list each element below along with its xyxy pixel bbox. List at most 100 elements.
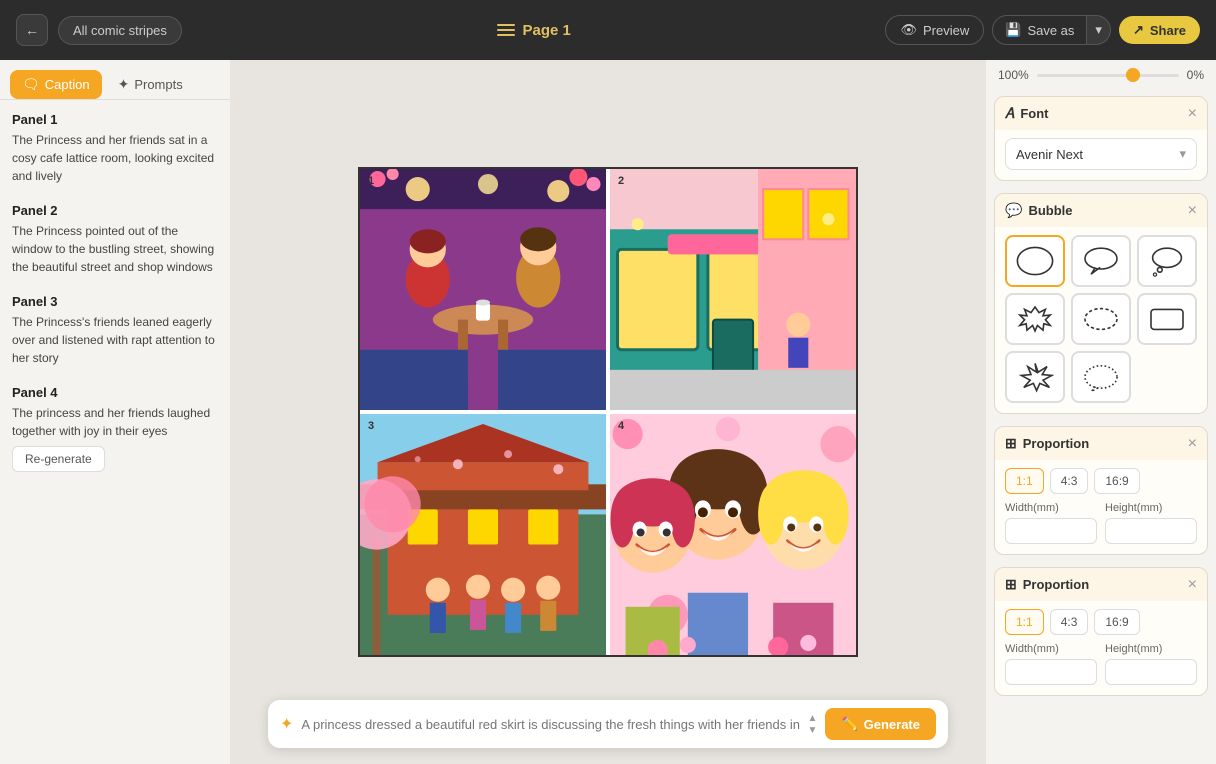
share-button[interactable]: ↗ Share [1119,16,1200,44]
right-sidebar: 100% 0% 𝐴 Font × Avenir Next ▾ [986,60,1216,764]
prop-1-btn-1-1[interactable]: 1:1 [1005,468,1044,494]
back-button[interactable]: ← [16,14,48,46]
header: ← All comic stripes Page 1 👁 Preview 💾 S… [0,0,1216,60]
prop-2-btn-16-9[interactable]: 16:9 [1094,609,1139,635]
prop-2-height-input[interactable] [1105,659,1197,685]
zoom-slider[interactable] [1037,74,1179,77]
tab-prompts[interactable]: ✦ Prompts [106,70,195,99]
panel-item-2: Panel 2 The Princess pointed out of the … [12,203,218,276]
proportion-1-header: ⊞ Proportion × [995,427,1207,460]
prop-1-width: Width(mm) [1005,502,1097,544]
prop-1-width-input[interactable] [1005,518,1097,544]
prop-1-dims: Width(mm) Height(mm) [1005,502,1197,544]
proportion-section-2: ⊞ Proportion × 1:1 4:3 16:9 Width(mm) [994,567,1208,696]
prop-2-options: 1:1 4:3 16:9 [1005,609,1197,635]
bubble-rect[interactable] [1137,293,1197,345]
panel-1-number: 1 [368,175,374,187]
panel-1-text: The Princess and her friends sat in a co… [12,131,218,185]
comic-panel-2: 2 [610,169,856,410]
panel-item-4: Panel 4 The princess and her friends lau… [12,385,218,472]
save-icon: 💾 [1005,22,1021,38]
page-title: Page 1 [523,22,571,39]
prop-2-btn-1-1[interactable]: 1:1 [1005,609,1044,635]
panel-2-number: 2 [618,175,624,187]
proportion-2-title: ⊞ Proportion [1005,576,1089,593]
bubble-section: 💬 Bubble × [994,193,1208,414]
panel-item-1: Panel 1 The Princess and her friends sat… [12,112,218,185]
zoom-end: 0% [1187,68,1204,82]
prop-1-options: 1:1 4:3 16:9 [1005,468,1197,494]
bubble-section-header: 💬 Bubble × [995,194,1207,227]
comic-panel-1: 1 [360,169,606,410]
menu-lines-icon [497,24,515,36]
bubble-dotted[interactable] [1071,351,1131,403]
prop-1-btn-4-3[interactable]: 4:3 [1050,468,1089,494]
prop-1-btn-16-9[interactable]: 16:9 [1094,468,1139,494]
bubble-cloud[interactable] [1071,293,1131,345]
tab-caption[interactable]: 🗨 Caption [10,70,102,99]
prop-1-height-input[interactable] [1105,518,1197,544]
prop-1-height: Height(mm) [1105,502,1197,544]
prop-2-dims: Width(mm) Height(mm) [1005,643,1197,685]
generate-input[interactable] [301,717,799,732]
bubble-section-close[interactable]: × [1188,203,1197,219]
proportion-2-body: 1:1 4:3 16:9 Width(mm) Height(mm) [995,601,1207,695]
panel-2-title: Panel 2 [12,203,218,218]
prop-2-btn-4-3[interactable]: 4:3 [1050,609,1089,635]
proportion-2-close[interactable]: × [1188,577,1197,593]
prop-2-width-input[interactable] [1005,659,1097,685]
bubble-icon: 💬 [1005,202,1022,219]
panel-3-text: The Princess's friends leaned eagerly ov… [12,313,218,367]
zoom-start: 100% [998,68,1029,82]
font-section: 𝐴 Font × Avenir Next ▾ [994,96,1208,181]
comic-panel-3: 3 [360,414,606,655]
bubble-grid [1005,235,1197,403]
app-container: ← All comic stripes Page 1 👁 Preview 💾 S… [0,0,1216,764]
font-dropdown[interactable]: Avenir Next ▾ [1005,138,1197,170]
panel-2-text: The Princess pointed out of the window t… [12,222,218,276]
panel-1-title: Panel 1 [12,112,218,127]
save-split-button[interactable]: ▾ [1087,15,1111,45]
comic-panel-4: 4 [610,414,856,655]
panel-4-title: Panel 4 [12,385,218,400]
font-section-header: 𝐴 Font × [995,97,1207,130]
share-icon: ↗ [1133,22,1144,38]
comic-grid: 1 [358,167,858,657]
save-wrapper: 💾 Save as ▾ [992,15,1111,45]
generate-button[interactable]: ✏️ Generate [825,708,936,740]
panel-4-text: The princess and her friends laughed tog… [12,404,218,440]
generate-bar: ✦ ▲ ▼ ✏️ Generate [268,700,948,748]
save-as-button[interactable]: 💾 Save as [992,15,1087,45]
header-right: 👁 Preview 💾 Save as ▾ ↗ Share [885,15,1200,45]
bubble-spiky[interactable] [1005,293,1065,345]
tabs-row: 🗨 Caption ✦ Prompts [0,60,230,100]
chevron-down-icon: ▾ [1179,146,1186,162]
eye-icon: 👁 [900,22,917,38]
font-section-body: Avenir Next ▾ [995,130,1207,180]
font-icon: 𝐴 [1005,105,1014,122]
proportion-1-body: 1:1 4:3 16:9 Width(mm) Height(mm) [995,460,1207,554]
panels-list: Panel 1 The Princess and her friends sat… [0,100,230,764]
prop-2-width: Width(mm) [1005,643,1097,685]
header-center: Page 1 [497,22,571,39]
proportion-2-icon: ⊞ [1005,576,1017,593]
panel-3-title: Panel 3 [12,294,218,309]
proportion-1-icon: ⊞ [1005,435,1017,452]
font-section-close[interactable]: × [1188,106,1197,122]
bubble-thought[interactable] [1137,235,1197,287]
bubble-section-title: 💬 Bubble [1005,202,1073,219]
breadcrumb-button[interactable]: All comic stripes [58,16,182,45]
wand-icon: ✏️ [841,716,857,732]
caption-icon: 🗨 [22,76,40,93]
proportion-1-close[interactable]: × [1188,436,1197,452]
prop-2-height: Height(mm) [1105,643,1197,685]
proportion-section-1: ⊞ Proportion × 1:1 4:3 16:9 Width(mm) [994,426,1208,555]
bubble-oval[interactable] [1005,235,1065,287]
generate-arrows[interactable]: ▲ ▼ [808,713,818,736]
font-section-title: 𝐴 Font [1005,105,1048,122]
panel-item-3: Panel 3 The Princess's friends leaned ea… [12,294,218,367]
preview-button[interactable]: 👁 Preview [885,15,984,45]
regenerate-button[interactable]: Re-generate [12,446,105,472]
bubble-speech[interactable] [1071,235,1131,287]
bubble-explosion[interactable] [1005,351,1065,403]
